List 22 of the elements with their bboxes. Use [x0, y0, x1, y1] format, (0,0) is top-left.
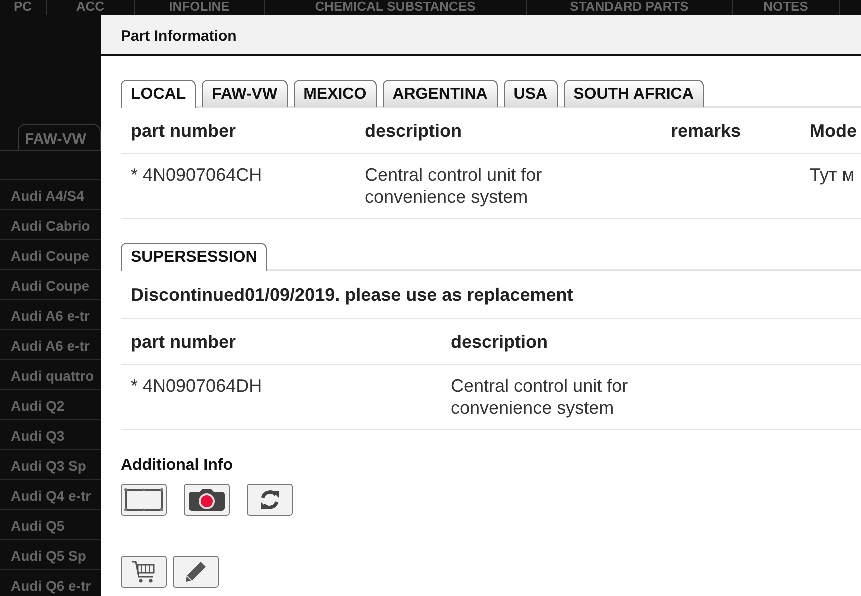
column-header: remarks [671, 121, 742, 141]
column-header: description [451, 332, 548, 352]
table-cell: Тут м [810, 165, 855, 185]
region-tab[interactable]: SOUTH AFRICA [564, 80, 704, 107]
table-cell: * 4N0907064DH [131, 376, 262, 396]
region-tab[interactable]: MEXICO [294, 80, 377, 107]
replacement-message: Discontinued01/09/2019. please use as replacement [131, 285, 574, 305]
region-tab[interactable]: ARGENTINA [382, 80, 498, 107]
column-header: Mode [810, 121, 857, 141]
column-header: description [365, 121, 462, 141]
section-label: Additional Info [121, 456, 234, 476]
column-header: part number [131, 332, 236, 352]
dialog-title: Part Information [121, 28, 237, 45]
region-tab[interactable]: USA [504, 80, 558, 107]
table-cell-text: Central control unit for convenience system [365, 164, 544, 208]
top-tab[interactable]: PC [0, 0, 47, 15]
table-cell: * 4N0907064CH [131, 165, 262, 185]
supersession-tab[interactable]: SUPERSESSION [121, 243, 268, 271]
region-tab[interactable]: LOCAL [121, 80, 196, 108]
column-header: part number [131, 121, 236, 141]
region-tab[interactable]: FAW-VW [202, 80, 288, 107]
table-cell-text: Central control unit for convenience system [451, 375, 630, 419]
